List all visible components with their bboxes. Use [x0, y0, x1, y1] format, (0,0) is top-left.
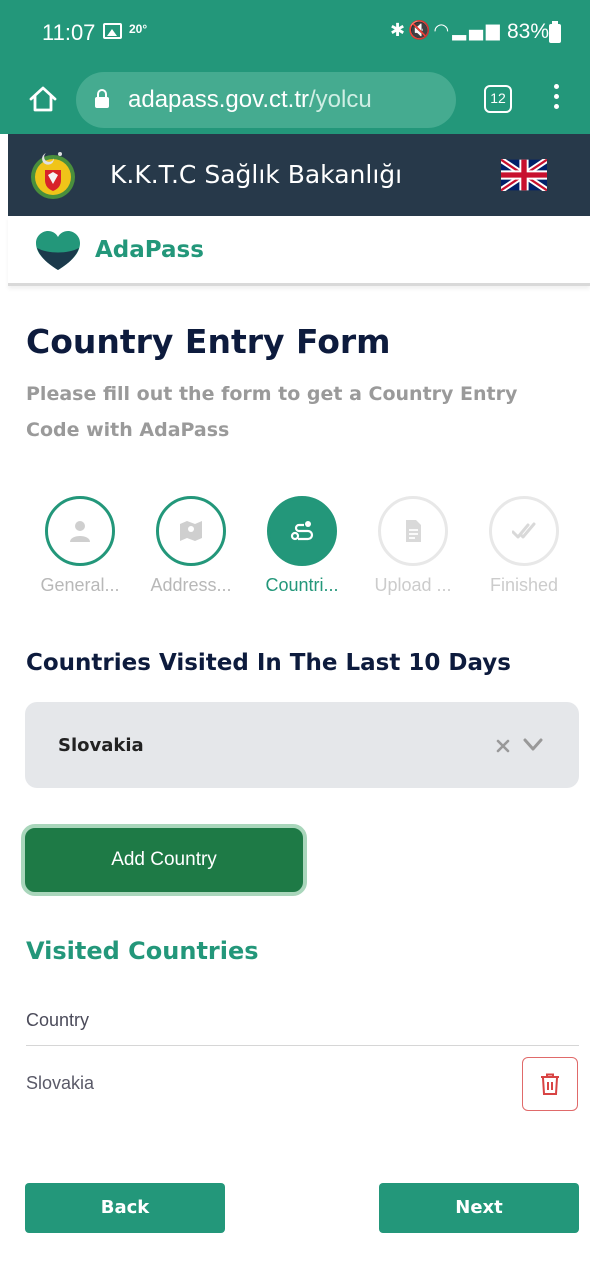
clear-icon[interactable] [495, 738, 511, 754]
home-icon[interactable] [28, 84, 58, 114]
tab-switcher-button[interactable]: 12 [484, 85, 512, 113]
battery-percent: 83% [507, 20, 550, 43]
url-text: adapass.gov.ct.tr/yolcu [128, 86, 372, 114]
url-host: adapass.gov.ct.tr [128, 86, 309, 113]
step-circle [267, 496, 337, 566]
bluetooth-icon: ✱ [390, 20, 409, 41]
step-finished[interactable]: Finished [469, 496, 579, 596]
double-check-icon [512, 522, 536, 539]
step-upload[interactable]: Upload ... [358, 496, 468, 596]
document-icon [406, 520, 421, 542]
gallery-icon [103, 23, 122, 39]
step-countries[interactable]: Countri... [247, 496, 357, 596]
uk-flag-icon[interactable] [501, 159, 547, 191]
brand-bar: AdaPass [8, 216, 590, 286]
ministry-title: K.K.T.C Sağlık Bakanlığı [110, 160, 403, 189]
address-bar[interactable]: adapass.gov.ct.tr/yolcu [76, 72, 456, 128]
brand-name[interactable]: AdaPass [95, 237, 204, 263]
browser-menu-icon[interactable] [548, 84, 564, 116]
table-row-country: Slovakia [26, 1073, 95, 1093]
step-label: Upload ... [374, 575, 452, 595]
map-icon [180, 521, 202, 541]
signal-icon: ▂▄▆ [452, 20, 503, 41]
country-column-header: Country [26, 1010, 90, 1030]
step-label: General... [40, 575, 120, 595]
route-icon [290, 521, 314, 541]
step-circle [45, 496, 115, 566]
country-select[interactable]: Slovakia [25, 702, 579, 788]
step-circle [489, 496, 559, 566]
step-label: Address... [150, 575, 232, 595]
wifi-icon: ◠ [433, 20, 453, 41]
selected-country: Slovakia [58, 735, 144, 756]
step-circle [156, 496, 226, 566]
lock-icon [95, 89, 109, 108]
step-label: Countri... [265, 575, 339, 595]
emblem-logo [31, 152, 75, 199]
battery-icon [549, 21, 561, 43]
page-title: Country Entry Form [26, 322, 391, 361]
heart-logo-icon[interactable] [34, 230, 82, 272]
status-bar: 11:07 20° ✱🔇◠▂▄▆ 83% [0, 0, 590, 66]
status-time: 11:07 [42, 20, 96, 45]
status-temperature: 20° [129, 22, 148, 36]
visited-countries-title: Visited Countries [26, 937, 259, 965]
page-subtitle: Please fill out the form to get a Countr… [26, 383, 518, 441]
add-country-button[interactable]: Add Country [21, 824, 307, 896]
step-address[interactable]: Address... [136, 496, 246, 596]
ministry-header: K.K.T.C Sağlık Bakanlığı [8, 134, 590, 216]
next-button[interactable]: Next [379, 1183, 579, 1233]
browser-toolbar: adapass.gov.ct.tr/yolcu 12 [0, 66, 590, 134]
system-icons: ✱🔇◠▂▄▆ [390, 20, 503, 41]
step-circle [378, 496, 448, 566]
step-label: Finished [489, 575, 559, 595]
table-divider [26, 1045, 579, 1046]
person-icon [70, 521, 90, 542]
countries-section-title: Countries Visited In The Last 10 Days [26, 650, 511, 676]
mute-icon: 🔇 [408, 20, 434, 41]
back-button[interactable]: Back [25, 1183, 225, 1233]
trash-icon [541, 1073, 559, 1095]
chevron-down-icon[interactable] [523, 737, 543, 753]
step-general[interactable]: General... [25, 496, 135, 596]
delete-country-button[interactable] [522, 1057, 578, 1111]
url-path: /yolcu [308, 86, 372, 113]
